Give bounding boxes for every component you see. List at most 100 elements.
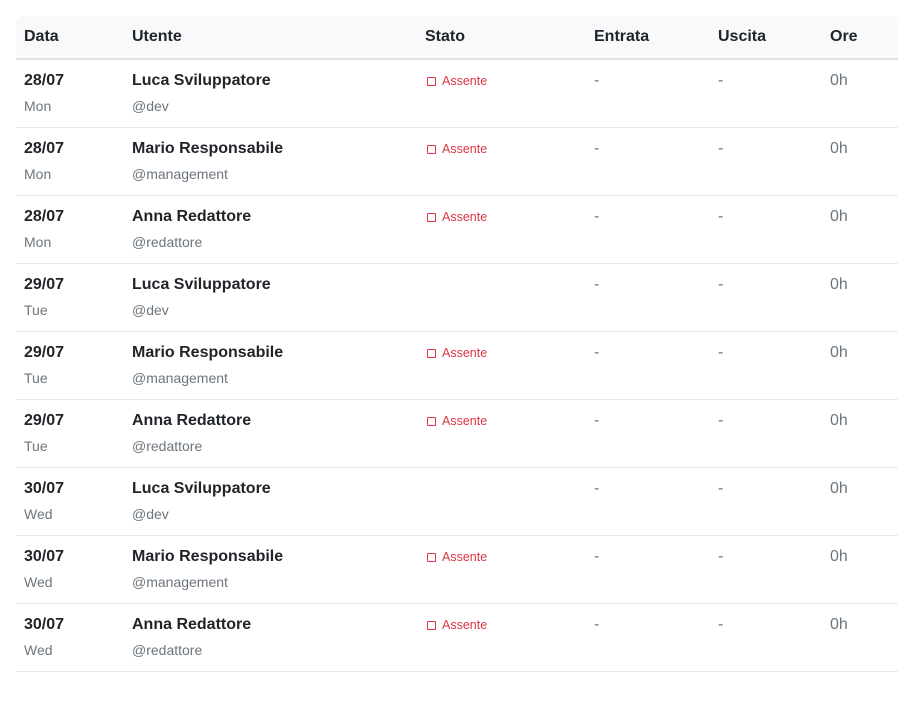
status-badge: Assente [427,142,487,156]
user-cell: Mario Responsabile @management [124,331,417,400]
check-in-cell: - [586,535,710,604]
row-date: 30/07 [24,548,65,565]
row-weekday: Wed [24,642,53,658]
check-out-cell: - [710,263,822,332]
row-weekday: Mon [24,166,52,182]
row-date: 28/07 [24,140,65,157]
user-handle: @redattore [132,642,203,658]
status-label: Assente [442,142,488,156]
check-out-value: - [718,616,724,633]
check-in-value: - [594,276,600,293]
date-cell: 29/07 Tue [16,399,124,468]
status-badge: Assente [427,210,487,224]
row-date: 28/07 [24,208,65,225]
hours-cell: 0h [822,535,898,604]
row-weekday: Tue [24,370,48,386]
check-out-value: - [718,412,724,429]
status-cell: Assente [417,331,586,400]
table-row[interactable]: 28/07 Mon Anna Redattore @redattore Asse… [16,195,898,264]
user-name[interactable]: Luca Sviluppatore [132,479,409,499]
row-weekday: Mon [24,98,52,114]
user-cell: Anna Redattore @redattore [124,399,417,468]
check-out-cell: - [710,59,822,128]
row-date: 29/07 [24,344,65,361]
square-outline-icon [427,76,436,86]
column-header-utente[interactable]: Utente [124,16,417,60]
check-in-cell: - [586,399,710,468]
check-in-cell: - [586,195,710,264]
check-in-cell: - [586,263,710,332]
check-in-value: - [594,208,600,225]
user-handle: @management [132,370,228,386]
column-header-entrata[interactable]: Entrata [586,16,710,60]
status-cell: Assente [417,603,586,672]
square-outline-icon [427,620,436,630]
table-row[interactable]: 28/07 Mon Mario Responsabile @management… [16,127,898,196]
user-name[interactable]: Luca Sviluppatore [132,71,409,91]
date-cell: 29/07 Tue [16,331,124,400]
status-label: Assente [442,346,488,360]
user-name[interactable]: Anna Redattore [132,411,409,431]
hours-value: 0h [830,276,848,293]
check-out-value: - [718,72,724,89]
attendance-table-container: Data Utente Stato Entrata Uscita Ore 28/… [16,16,898,672]
row-date: 30/07 [24,616,65,633]
check-in-value: - [594,344,600,361]
check-in-cell: - [586,59,710,128]
row-date: 30/07 [24,480,65,497]
user-name[interactable]: Anna Redattore [132,207,409,227]
status-label: Assente [442,618,488,632]
table-row[interactable]: 30/07 Wed Luca Sviluppatore @dev - - 0h [16,467,898,536]
status-label: Assente [442,74,488,88]
status-badge: Assente [427,346,487,360]
square-outline-icon [427,552,436,562]
user-name[interactable]: Luca Sviluppatore [132,275,409,295]
user-name[interactable]: Mario Responsabile [132,343,409,363]
hours-value: 0h [830,140,848,157]
row-weekday: Wed [24,506,53,522]
status-cell [417,467,586,536]
status-cell: Assente [417,195,586,264]
square-outline-icon [427,348,436,358]
status-badge: Assente [427,550,487,564]
table-row[interactable]: 29/07 Tue Luca Sviluppatore @dev - - 0h [16,263,898,332]
check-in-value: - [594,480,600,497]
user-cell: Anna Redattore @redattore [124,603,417,672]
user-handle: @management [132,574,228,590]
status-badge: Assente [427,74,487,88]
hours-cell: 0h [822,195,898,264]
status-badge: Assente [427,618,487,632]
check-out-cell: - [710,399,822,468]
user-name[interactable]: Anna Redattore [132,615,409,635]
table-body: 28/07 Mon Luca Sviluppatore @dev Assente… [16,59,898,672]
user-cell: Mario Responsabile @management [124,535,417,604]
column-header-data[interactable]: Data [16,16,124,60]
hours-cell: 0h [822,263,898,332]
check-in-cell: - [586,467,710,536]
check-in-value: - [594,616,600,633]
column-header-uscita[interactable]: Uscita [710,16,822,60]
table-row[interactable]: 29/07 Tue Anna Redattore @redattore Asse… [16,399,898,468]
hours-cell: 0h [822,467,898,536]
hours-value: 0h [830,480,848,497]
check-out-value: - [718,480,724,497]
table-row[interactable]: 29/07 Tue Mario Responsabile @management… [16,331,898,400]
user-name[interactable]: Mario Responsabile [132,547,409,567]
check-out-cell: - [710,467,822,536]
check-out-value: - [718,208,724,225]
table-row[interactable]: 28/07 Mon Luca Sviluppatore @dev Assente… [16,59,898,128]
user-name[interactable]: Mario Responsabile [132,139,409,159]
square-outline-icon [427,144,436,154]
column-header-ore[interactable]: Ore [822,16,898,60]
check-in-value: - [594,72,600,89]
check-in-value: - [594,140,600,157]
row-weekday: Tue [24,438,48,454]
column-header-stato[interactable]: Stato [417,16,586,60]
check-in-cell: - [586,127,710,196]
table-row[interactable]: 30/07 Wed Anna Redattore @redattore Asse… [16,603,898,672]
date-cell: 30/07 Wed [16,603,124,672]
check-out-cell: - [710,331,822,400]
user-cell: Anna Redattore @redattore [124,195,417,264]
check-out-cell: - [710,195,822,264]
table-row[interactable]: 30/07 Wed Mario Responsabile @management… [16,535,898,604]
